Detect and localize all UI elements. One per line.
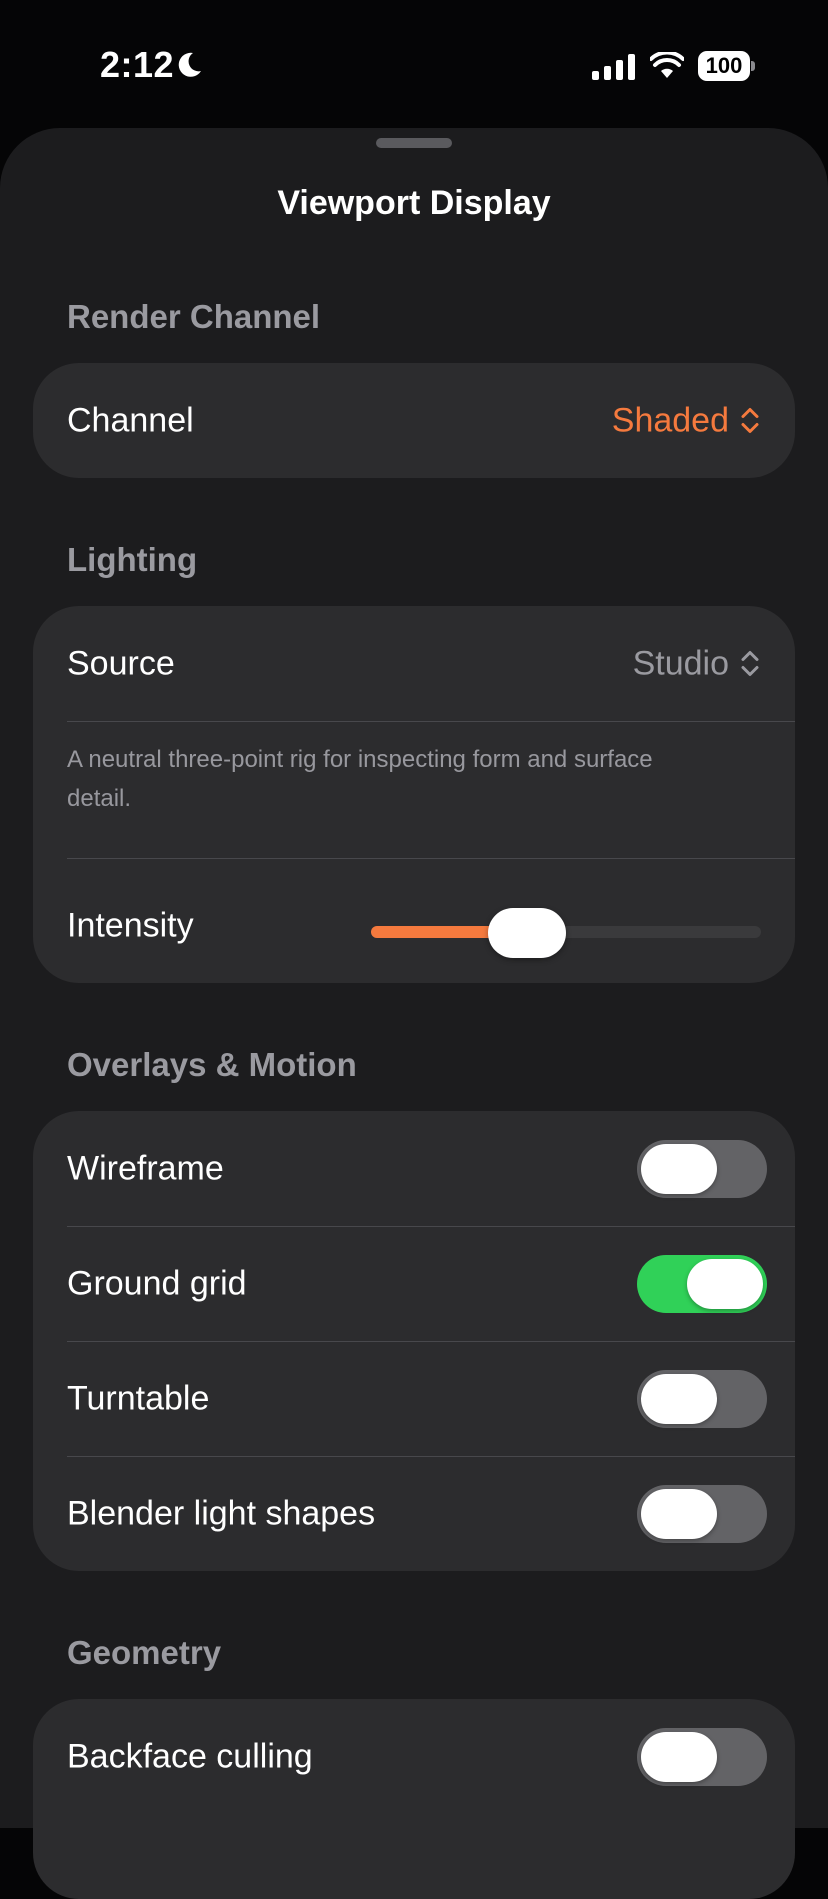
turntable-label: Turntable (67, 1379, 210, 1417)
channel-label: Channel (67, 401, 194, 439)
battery-icon: 100 (698, 51, 755, 81)
chevron-up-down-icon (741, 651, 759, 676)
turntable-toggle[interactable] (637, 1369, 767, 1428)
render-channel-header: Render Channel (67, 298, 321, 335)
lighting-description: A neutral three-point rig for inspecting… (67, 746, 653, 812)
intensity-label: Intensity (67, 906, 194, 944)
render-channel-group: Channel Shaded (33, 363, 795, 478)
backface-culling-toggle[interactable] (637, 1727, 767, 1786)
ground-grid-toggle[interactable] (637, 1254, 767, 1313)
intensity-row: Intensity (33, 868, 795, 983)
lighting-header: Lighting (67, 541, 198, 578)
intensity-slider[interactable] (371, 926, 761, 938)
cellular-signal-icon (592, 54, 635, 80)
sheet-title: Viewport Display (277, 184, 551, 222)
turntable-row: Turntable (33, 1341, 795, 1456)
source-value: Studio (632, 644, 729, 682)
wifi-icon (650, 52, 684, 78)
ground-grid-label: Ground grid (67, 1264, 247, 1302)
overlays-header: Overlays & Motion (67, 1046, 357, 1083)
sheet-grabber[interactable] (376, 138, 452, 148)
geometry-group: Backface culling (33, 1699, 795, 1899)
wireframe-label: Wireframe (67, 1149, 224, 1187)
status-time: 2:12 (100, 44, 175, 85)
battery-level: 100 (698, 51, 750, 81)
source-row[interactable]: Source Studio (33, 606, 795, 721)
backface-culling-label: Backface culling (67, 1737, 313, 1775)
blender-light-shapes-toggle[interactable] (637, 1484, 767, 1543)
ground-grid-row: Ground grid (33, 1226, 795, 1341)
status-bar: 2:12 100 (0, 0, 828, 128)
channel-popup-button[interactable]: Shaded (612, 401, 761, 440)
intensity-slider-thumb[interactable] (488, 908, 566, 958)
divider (67, 858, 795, 859)
channel-value: Shaded (611, 401, 729, 439)
lighting-group: Source Studio A neutral three-point rig … (33, 606, 795, 983)
blender-light-shapes-row: Blender light shapes (33, 1456, 795, 1571)
channel-row[interactable]: Channel Shaded (33, 363, 795, 478)
blender-light-shapes-label: Blender light shapes (67, 1494, 376, 1532)
moon-icon (178, 52, 201, 77)
backface-culling-row: Backface culling (33, 1699, 795, 1814)
wireframe-row: Wireframe (33, 1111, 795, 1226)
geometry-header: Geometry (67, 1634, 222, 1671)
chevron-up-down-icon (741, 408, 759, 433)
overlays-group: Wireframe Ground grid Turntable Blender … (33, 1111, 795, 1571)
source-popup-button[interactable]: Studio (633, 644, 761, 683)
wireframe-toggle[interactable] (637, 1139, 767, 1198)
viewport-display-sheet: Viewport Display Render Channel Channel … (0, 128, 828, 1899)
source-label: Source (67, 644, 175, 682)
divider (67, 721, 795, 722)
